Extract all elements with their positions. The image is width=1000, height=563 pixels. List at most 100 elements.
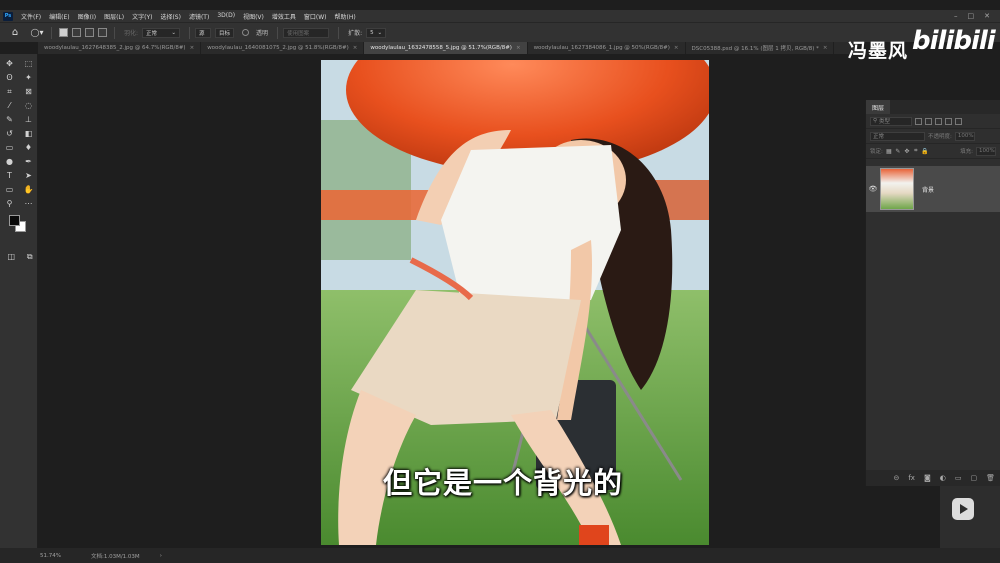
eyedropper-icon[interactable]: ⁄ bbox=[2, 100, 17, 111]
marquee-icon[interactable]: ⬚ bbox=[21, 58, 36, 69]
use-pattern-button[interactable]: 使用图案 bbox=[283, 27, 330, 38]
type-icon[interactable]: T bbox=[2, 170, 17, 181]
lasso-icon[interactable]: ʘ bbox=[2, 72, 17, 83]
chevron-right-icon[interactable]: › bbox=[160, 553, 162, 559]
doc-tab[interactable]: DSC05388.psd @ 16.1% (图层 1 拷贝, RGB/8) * × bbox=[686, 42, 835, 54]
brush-icon[interactable]: ✎ bbox=[2, 114, 17, 125]
close-icon[interactable]: ✕ bbox=[984, 12, 990, 20]
more-tools-icon[interactable]: ⋯ bbox=[21, 198, 36, 209]
layer-blend-mode-select[interactable]: 正常 bbox=[870, 131, 925, 141]
video-subtitle: 但它是一个背光的 bbox=[383, 466, 624, 500]
fx-icon[interactable]: fx bbox=[908, 474, 915, 482]
close-tab-icon[interactable]: × bbox=[190, 45, 195, 51]
pen-icon[interactable]: ✒ bbox=[21, 156, 36, 167]
window-controls: – □ ✕ bbox=[954, 12, 1000, 20]
fill-field[interactable]: 100% bbox=[976, 146, 996, 156]
source-button[interactable]: 源 bbox=[195, 27, 212, 38]
tool-grid: ✥ ⬚ ʘ ✦ ⌗ ⊠ ⁄ ◌ ✎ ⊥ ↺ ◧ ▭ ♦ ● ✒ T ➤ ▭ ✋ ⚲ ⋯ bbox=[0, 54, 37, 209]
lock-artboard-icon[interactable]: ⌗ bbox=[913, 147, 919, 154]
screen-mode-icon[interactable]: ⧉ bbox=[23, 251, 38, 262]
blur-icon[interactable]: ♦ bbox=[21, 142, 36, 153]
zoom-icon[interactable]: ⚲ bbox=[2, 198, 17, 209]
opacity-field[interactable]: 100% bbox=[954, 131, 975, 141]
pixel-filter-icon[interactable] bbox=[915, 117, 922, 125]
menu-edit[interactable]: 编辑(E) bbox=[45, 12, 73, 21]
group-icon[interactable]: ▭ bbox=[955, 474, 962, 482]
layer-row[interactable]: 👁 背景 bbox=[866, 166, 1000, 212]
link-icon[interactable]: ⊝ bbox=[893, 474, 899, 482]
spot-heal-icon[interactable]: ◌ bbox=[21, 100, 36, 111]
type-filter-icon[interactable] bbox=[935, 117, 942, 125]
menu-type[interactable]: 文字(Y) bbox=[128, 12, 156, 21]
hand-icon[interactable]: ✋ bbox=[21, 184, 36, 195]
minimize-icon[interactable]: – bbox=[954, 12, 958, 20]
maximize-icon[interactable]: □ bbox=[968, 12, 975, 20]
separator bbox=[114, 26, 115, 39]
adjustment-filter-icon[interactable] bbox=[925, 117, 932, 125]
menu-layer[interactable]: 图层(L) bbox=[100, 12, 128, 21]
menu-image[interactable]: 图像(I) bbox=[74, 12, 100, 21]
zoom-level[interactable]: 51.74% bbox=[40, 553, 61, 559]
target-button[interactable]: 目标 bbox=[215, 27, 235, 38]
eye-icon[interactable]: 👁 bbox=[866, 185, 880, 193]
document-info: 文档:1.03M/1.03M bbox=[90, 553, 140, 560]
menu-select[interactable]: 选择(S) bbox=[156, 12, 185, 21]
menu-filter[interactable]: 滤镜(T) bbox=[185, 12, 213, 21]
rectangle-icon[interactable]: ▭ bbox=[2, 184, 17, 195]
stamp-icon[interactable]: ⊥ bbox=[21, 114, 36, 125]
play-icon[interactable] bbox=[952, 498, 974, 520]
chevron-down-icon: ⌄ bbox=[377, 29, 383, 36]
subtract-selection-button[interactable] bbox=[85, 28, 94, 37]
layer-name[interactable]: 背景 bbox=[922, 185, 934, 194]
smart-object-filter-icon[interactable] bbox=[955, 117, 962, 125]
shape-filter-icon[interactable] bbox=[945, 117, 952, 125]
layer-filter-select[interactable]: ⚲ 类型 bbox=[870, 116, 912, 126]
foreground-color-swatch[interactable] bbox=[9, 215, 20, 226]
frame-icon[interactable]: ⊠ bbox=[21, 86, 36, 97]
lock-all-icon[interactable]: 🔒 bbox=[921, 148, 928, 155]
close-tab-icon[interactable]: × bbox=[516, 45, 521, 51]
trash-icon[interactable]: 🗑 bbox=[986, 474, 995, 482]
tool-preset-icon[interactable]: ◯▾ bbox=[28, 27, 46, 38]
menu-view[interactable]: 视图(V) bbox=[239, 12, 268, 21]
gradient-icon[interactable]: ▭ bbox=[2, 142, 17, 153]
menu-file[interactable]: 文件(F) bbox=[17, 12, 45, 21]
transparent-checkbox[interactable] bbox=[242, 29, 250, 36]
intersect-selection-button[interactable] bbox=[98, 28, 107, 37]
path-select-icon[interactable]: ➤ bbox=[21, 170, 36, 181]
new-selection-button[interactable] bbox=[59, 28, 68, 37]
add-selection-button[interactable] bbox=[72, 28, 81, 37]
magic-wand-icon[interactable]: ✦ bbox=[21, 72, 36, 83]
adjustment-icon[interactable]: ◐ bbox=[940, 474, 946, 482]
menu-window[interactable]: 窗口(W) bbox=[300, 12, 331, 21]
tab-layers[interactable]: 图层 bbox=[866, 100, 891, 114]
dodge-icon[interactable]: ● bbox=[2, 156, 17, 167]
menu-help[interactable]: 帮助(H) bbox=[331, 12, 360, 21]
lock-brush-icon[interactable]: ✎ bbox=[895, 148, 901, 155]
move-icon[interactable]: ✥ bbox=[2, 58, 17, 69]
feather-label: 羽化: bbox=[124, 30, 139, 37]
layer-filter-row: ⚲ 类型 bbox=[866, 114, 1000, 129]
close-tab-icon[interactable]: × bbox=[674, 45, 679, 51]
history-brush-icon[interactable]: ↺ bbox=[2, 128, 17, 139]
doc-tab[interactable]: woodylaulau_1640081075_2.jpg @ 51.8%(RGB… bbox=[201, 42, 365, 54]
eraser-icon[interactable]: ◧ bbox=[21, 128, 36, 139]
menu-3d[interactable]: 3D(D) bbox=[213, 12, 239, 21]
tools-panel: ✥ ⬚ ʘ ✦ ⌗ ⊠ ⁄ ◌ ✎ ⊥ ↺ ◧ ▭ ♦ ● ✒ T ➤ ▭ ✋ ⚲ ⋯ ◫ ⧉ bbox=[0, 54, 38, 548]
lock-pixels-icon[interactable]: ▦ bbox=[886, 148, 892, 155]
mask-icon[interactable]: ◙ bbox=[924, 474, 931, 482]
spread-select[interactable]: 5 ⌄ bbox=[366, 27, 387, 38]
doc-tab[interactable]: woodylaulau_1627648385_2.jpg @ 64.7%(RGB… bbox=[38, 42, 202, 54]
crop-icon[interactable]: ⌗ bbox=[2, 86, 17, 97]
new-layer-icon[interactable]: ▢ bbox=[970, 474, 977, 482]
close-tab-icon[interactable]: × bbox=[353, 45, 358, 51]
quick-mask-icon[interactable]: ◫ bbox=[4, 251, 19, 262]
close-tab-icon[interactable]: × bbox=[823, 45, 828, 51]
home-icon[interactable]: ⌂ bbox=[8, 26, 22, 40]
lock-label: 锁定: bbox=[870, 149, 883, 155]
blend-mode-select[interactable]: 正常 ⌄ bbox=[142, 27, 181, 38]
doc-tab[interactable]: woodylaulau_1627384086_1.jpg @ 50%(RGB/8… bbox=[528, 42, 686, 54]
lock-position-icon[interactable]: ✥ bbox=[904, 148, 910, 155]
doc-tab-active[interactable]: woodylaulau_1632478558_5.jpg @ 51.7%(RGB… bbox=[364, 42, 528, 54]
menu-plugins[interactable]: 增效工具 bbox=[268, 12, 300, 21]
